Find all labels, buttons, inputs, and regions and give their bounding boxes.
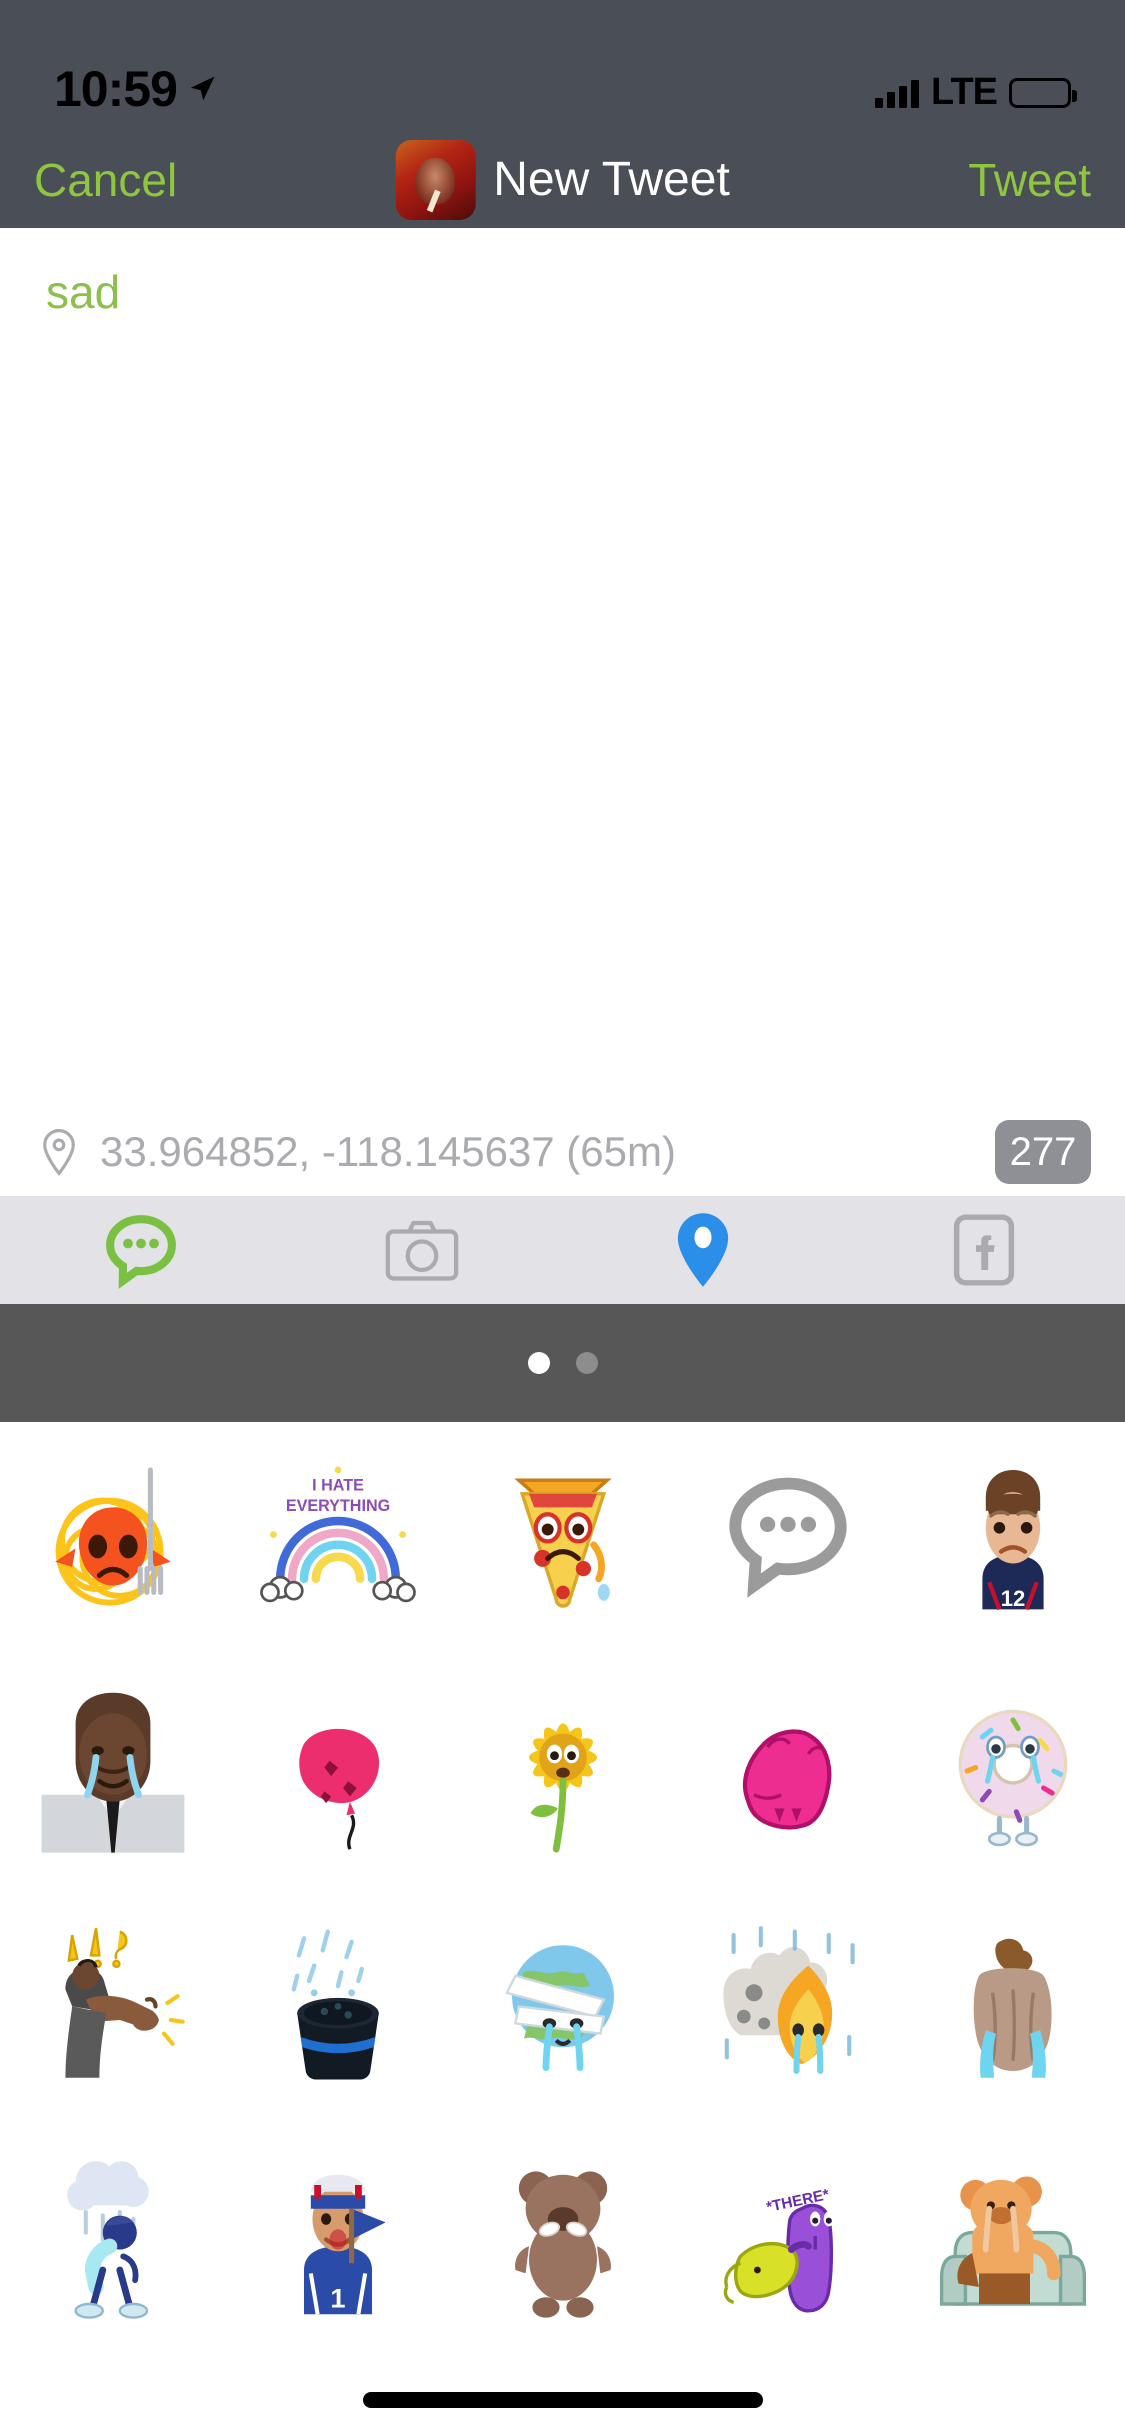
carrier-label: LTE: [931, 71, 998, 113]
signal-bars-icon: [875, 78, 920, 108]
crying-pizza-sticker[interactable]: [450, 1422, 675, 1655]
page-dot-2[interactable]: [575, 1352, 598, 1374]
accessory-toolbar: [0, 1196, 1125, 1304]
page-title: New Tweet: [493, 153, 730, 206]
navigation-bar: Cancel New Tweet Tweet: [0, 132, 1125, 228]
hate-everything-rainbow-sticker[interactable]: I HATE EVERYTHING: [225, 1422, 450, 1655]
brown-bear-sticker[interactable]: [450, 2120, 675, 2353]
bandaged-earth-sticker[interactable]: [450, 1887, 675, 2120]
sticker-page-indicator: [0, 1304, 1125, 1422]
svg-text:EVERYTHING: EVERYTHING: [285, 1497, 389, 1515]
sticker-button[interactable]: [0, 1196, 281, 1304]
surprised-man-sticker[interactable]: [0, 1887, 225, 2120]
location-row: 33.964852, -118.145637 (65m) 277: [0, 1108, 1125, 1196]
svg-text:1: 1: [330, 2282, 345, 2313]
facebook-icon: [954, 1214, 1015, 1286]
rain-cloud-person-sticker[interactable]: [0, 2120, 225, 2353]
sad-fan-sticker[interactable]: 1: [225, 2120, 450, 2353]
grey-speech-bubble-sticker[interactable]: [675, 1422, 900, 1655]
cancel-button[interactable]: Cancel: [34, 157, 177, 203]
avatar[interactable]: [395, 140, 476, 220]
location-coordinates: 33.964852, -118.145637 (65m): [100, 1128, 676, 1175]
sad-football-player-sticker[interactable]: 12: [900, 1422, 1125, 1655]
battery-icon: [1009, 77, 1077, 108]
status-bar-time: 10:59: [54, 61, 178, 117]
crying-fire-sticker[interactable]: [675, 1887, 900, 2120]
location-pin-icon: [43, 1129, 75, 1176]
location-pin-icon: [677, 1213, 729, 1287]
status-bar: 10:59 LTE: [0, 0, 1125, 132]
home-indicator[interactable]: [362, 2392, 763, 2408]
compose-area[interactable]: sad: [0, 228, 1125, 1158]
deflated-balloon-sticker[interactable]: [225, 1655, 450, 1888]
poop-creature-sticker[interactable]: [900, 1887, 1125, 2120]
location-info[interactable]: 33.964852, -118.145637 (65m): [40, 1128, 676, 1176]
speech-bubble-icon: [105, 1215, 176, 1289]
page-dot-1[interactable]: [527, 1352, 550, 1374]
smart-speaker-sticker[interactable]: [225, 1887, 450, 2120]
character-count-badge: 277: [995, 1120, 1091, 1184]
location-arrow-icon: [190, 76, 215, 101]
sad-sunflower-sticker[interactable]: [450, 1655, 675, 1888]
pink-blob-sticker[interactable]: [675, 1655, 900, 1888]
crying-jordan-sticker[interactable]: [0, 1655, 225, 1888]
there-dogs-sticker[interactable]: *THERE*: [675, 2120, 900, 2353]
tweet-text-input[interactable]: sad: [46, 264, 1079, 322]
crying-donut-sticker[interactable]: [900, 1655, 1125, 1888]
phone-screen: 10:59 LTE Cancel New Tweet Tweet sad 33.…: [0, 0, 1125, 2436]
facebook-button[interactable]: [844, 1196, 1125, 1304]
svg-text:12: 12: [1000, 1586, 1025, 1611]
crying-bear-chair-sticker[interactable]: [900, 2120, 1125, 2353]
camera-button[interactable]: [281, 1196, 562, 1304]
nav-title-group: New Tweet: [395, 140, 730, 220]
sticker-grid: I HATE EVERYTHING 12 1 *THERE*: [0, 1422, 1125, 2352]
sad-spaghetti-sticker[interactable]: [0, 1422, 225, 1655]
status-bar-right: LTE: [875, 71, 1077, 114]
location-button[interactable]: [563, 1196, 844, 1304]
tweet-button[interactable]: Tweet: [968, 157, 1091, 203]
svg-text:I HATE: I HATE: [312, 1477, 364, 1495]
status-bar-left: 10:59: [54, 64, 217, 114]
camera-icon: [385, 1220, 459, 1281]
